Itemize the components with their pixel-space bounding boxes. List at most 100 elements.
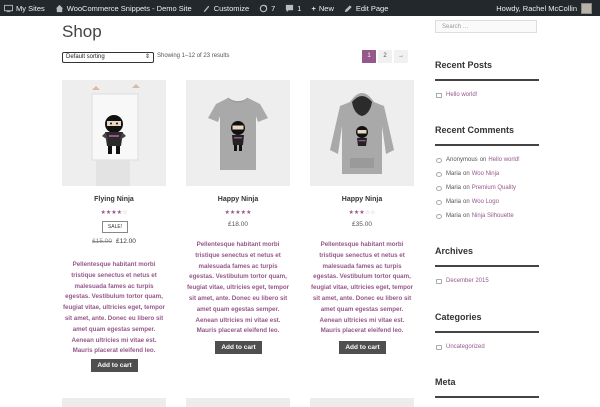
- comment-post-link[interactable]: Hello world!: [488, 157, 519, 163]
- add-to-cart-button[interactable]: Add to cart: [91, 359, 138, 372]
- product-description: Pellentesque habitant morbi tristique se…: [310, 241, 414, 335]
- product-image[interactable]: [186, 398, 290, 407]
- add-to-cart-button[interactable]: Add to cart: [215, 341, 262, 354]
- product-title[interactable]: Happy Ninja: [310, 196, 414, 203]
- comment-on: on: [479, 157, 487, 163]
- brush-icon: [203, 5, 209, 12]
- comment-author: Maria: [446, 213, 462, 219]
- pagination: 1 2 →: [362, 50, 410, 63]
- my-sites-menu[interactable]: My Sites: [0, 0, 50, 16]
- admin-bar: My Sites WooCommerce Snippets - Demo Sit…: [0, 0, 600, 16]
- sort-select-value: Default sorting: [66, 54, 105, 60]
- widget-title-recent-posts: Recent Posts: [435, 60, 493, 70]
- product-image[interactable]: [186, 80, 290, 186]
- product-price: £18.00: [228, 221, 248, 228]
- new-content-menu[interactable]: + New: [306, 0, 338, 16]
- product-image[interactable]: [310, 398, 414, 407]
- add-to-cart-button[interactable]: Add to cart: [339, 341, 386, 354]
- star-rating: ★★★☆☆: [348, 210, 376, 216]
- ninja-tshirt-image: [186, 80, 290, 186]
- page-1: 1: [362, 50, 376, 63]
- comment-item: Anonymous on Hello world!: [436, 157, 520, 163]
- chevron-updown-icon: ⇕: [144, 54, 150, 60]
- widget-title-recent-comments: Recent Comments: [435, 125, 515, 135]
- product-image[interactable]: [310, 80, 414, 186]
- comment-on: on: [463, 199, 470, 205]
- product-image[interactable]: [62, 398, 166, 407]
- comment-item: Maria on Premium Quality: [436, 185, 516, 191]
- recent-post-item[interactable]: Hello world!: [436, 92, 477, 98]
- widget-title-categories: Categories: [435, 312, 482, 322]
- comment-on: on: [463, 213, 470, 219]
- product-image[interactable]: [62, 80, 166, 186]
- comment-author: Anonymous: [446, 157, 478, 163]
- comment-icon: [436, 185, 442, 191]
- account-menu[interactable]: Howdy, Rachel McCollin: [491, 0, 600, 16]
- page-title: Shop: [62, 22, 102, 41]
- regular-price: £15.00: [92, 238, 112, 245]
- comment-post-link[interactable]: Premium Quality: [472, 185, 516, 191]
- comments-count: 1: [297, 3, 302, 13]
- next-page-link[interactable]: →: [394, 50, 408, 63]
- recent-post-link[interactable]: Hello world!: [446, 92, 477, 98]
- category-item[interactable]: Uncategorized: [436, 344, 485, 350]
- site-name-menu[interactable]: WooCommerce Snippets - Demo Site: [50, 0, 197, 16]
- product-description: Pellentesque habitant morbi tristique se…: [62, 261, 166, 355]
- sites-icon: [4, 4, 13, 12]
- comment-author: Maria: [446, 171, 462, 177]
- comment-icon: [436, 213, 442, 219]
- my-sites-label: My Sites: [16, 3, 45, 13]
- widget-divider: [435, 396, 539, 398]
- page-2-link[interactable]: 2: [378, 50, 392, 63]
- plus-icon: +: [311, 3, 316, 13]
- updates-link[interactable]: 7: [254, 0, 280, 16]
- comment-post-link[interactable]: Ninja Silhouette: [472, 213, 514, 219]
- widget-divider: [435, 331, 539, 333]
- product-price: £15.00 £12.00: [62, 238, 166, 245]
- folder-icon: [436, 278, 442, 284]
- edit-page-link[interactable]: Edit Page: [339, 0, 394, 16]
- updates-count: 7: [271, 3, 276, 13]
- archive-item[interactable]: December 2015: [436, 278, 489, 284]
- sale-badge: SALE!: [102, 221, 128, 233]
- folder-icon: [436, 344, 442, 350]
- search-input[interactable]: Search …: [435, 20, 537, 33]
- comment-on: on: [463, 171, 470, 177]
- ninja-hoodie-image: [310, 80, 414, 186]
- product-title[interactable]: Happy Ninja: [186, 196, 290, 203]
- comment-item: Maria on Ninja Silhouette: [436, 213, 514, 219]
- comment-post-link[interactable]: Woo Logo: [472, 199, 499, 205]
- archive-link[interactable]: December 2015: [446, 278, 489, 284]
- document-icon: [436, 92, 442, 98]
- product-description: Pellentesque habitant morbi tristique se…: [186, 241, 290, 335]
- widget-title-archives: Archives: [435, 246, 474, 256]
- star-rating: ★★★★★: [224, 210, 252, 216]
- customize-label: Customize: [213, 3, 250, 13]
- comments-link[interactable]: 1: [280, 0, 306, 16]
- edit-page-label: Edit Page: [355, 3, 389, 13]
- comment-icon: [436, 157, 442, 163]
- comment-post-link[interactable]: Woo Ninja: [472, 171, 500, 177]
- avatar: [581, 2, 592, 14]
- comment-icon: [286, 4, 294, 12]
- result-count: Showing 1–12 of 23 results: [157, 53, 230, 59]
- comment-author: Maria: [446, 185, 462, 191]
- product-title[interactable]: Flying Ninja: [62, 196, 166, 203]
- pencil-icon: [344, 4, 352, 12]
- comment-item: Maria on Woo Ninja: [436, 171, 499, 177]
- product-card: Happy Ninja ★★★☆☆ £35.00 Pellentesque ha…: [310, 80, 414, 380]
- site-name-label: WooCommerce Snippets - Demo Site: [66, 3, 192, 13]
- widget-divider: [435, 265, 539, 267]
- sort-select[interactable]: Default sorting ⇕: [62, 52, 154, 63]
- category-link[interactable]: Uncategorized: [446, 344, 485, 350]
- sale-price: £12.00: [116, 238, 136, 245]
- product-price: £35.00: [352, 221, 372, 228]
- comment-icon: [436, 171, 442, 177]
- comment-author: Maria: [446, 199, 462, 205]
- widget-divider: [435, 144, 539, 146]
- ninja-poster-image: [62, 80, 166, 186]
- comment-on: on: [463, 185, 470, 191]
- new-label: New: [318, 3, 334, 13]
- customize-link[interactable]: Customize: [197, 0, 254, 16]
- product-card: Flying Ninja ★★★★☆ SALE! £15.00 £12.00 Pe…: [62, 80, 166, 380]
